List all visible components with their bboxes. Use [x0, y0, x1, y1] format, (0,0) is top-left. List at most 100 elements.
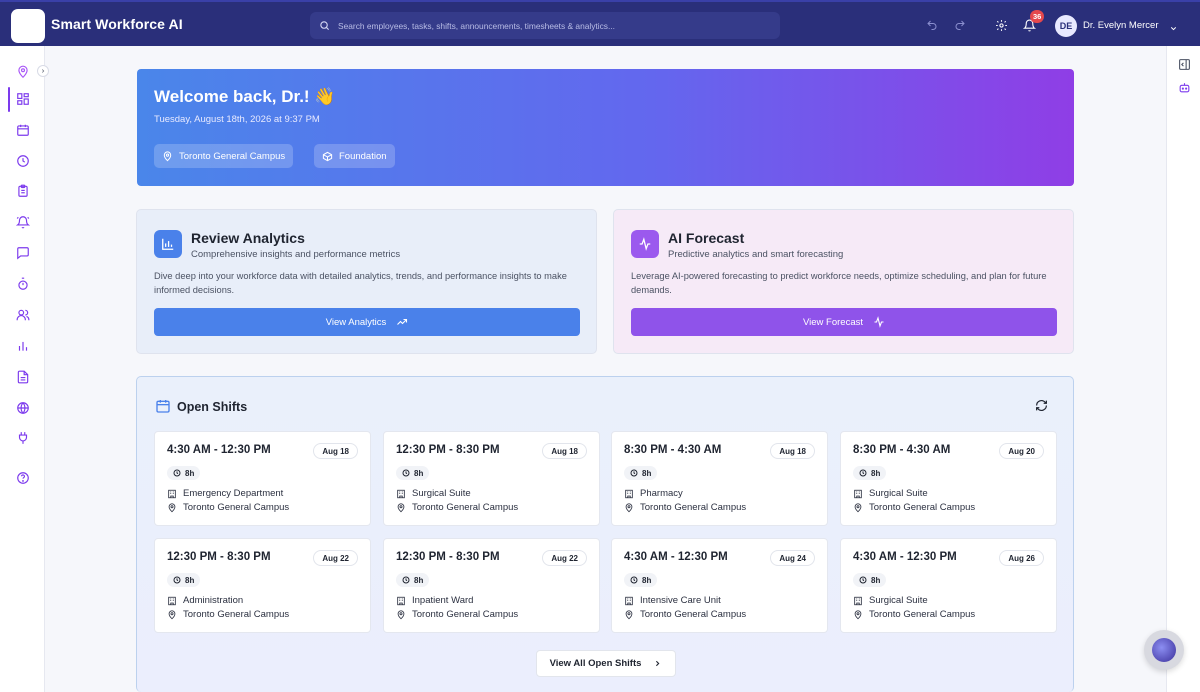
sidebar-item-messages[interactable] [14, 244, 32, 262]
shift-card[interactable]: 4:30 AM - 12:30 PM Aug 18 8h Emergency D… [154, 431, 371, 526]
location-pin-icon [168, 609, 176, 619]
sidebar-expand-toggle[interactable] [37, 65, 49, 77]
view-forecast-button[interactable]: View Forecast [631, 308, 1057, 336]
forecast-card-description: Leverage AI-powered forecasting to predi… [631, 271, 1047, 295]
shift-card[interactable]: 8:30 PM - 4:30 AM Aug 20 8h Surgical Sui… [840, 431, 1057, 526]
shift-location-label: Toronto General Campus [869, 502, 976, 513]
shift-location-label: Toronto General Campus [640, 609, 747, 620]
shift-card[interactable]: 12:30 PM - 8:30 PM Aug 18 8h Surgical Su… [383, 431, 600, 526]
sidebar-item-time[interactable] [14, 152, 32, 170]
sidebar-item-calendar[interactable] [14, 121, 32, 139]
shift-card[interactable]: 4:30 AM - 12:30 PM Aug 26 8h Surgical Su… [840, 538, 1057, 633]
clock-icon [402, 469, 410, 477]
shift-location: Toronto General Campus [167, 609, 289, 620]
user-avatar[interactable]: DE [1055, 15, 1077, 37]
view-all-label: View All Open Shifts [549, 658, 642, 669]
shift-duration: 8h [167, 466, 201, 480]
sidebar-item-location[interactable] [14, 63, 32, 81]
sidebar-item-help[interactable] [14, 469, 32, 487]
sidebar-item-global[interactable] [14, 399, 32, 417]
shift-card[interactable]: 4:30 AM - 12:30 PM Aug 24 8h Intensive C… [611, 538, 828, 633]
clock-icon [859, 576, 867, 584]
welcome-title: Welcome back, Dr.! 👋 [154, 87, 336, 106]
view-forecast-label: View Forecast [802, 316, 863, 328]
forecast-card-icon [631, 230, 659, 258]
shift-card[interactable]: 8:30 PM - 4:30 AM Aug 18 8h Pharmacy Tor… [611, 431, 828, 526]
building-icon [168, 489, 176, 498]
analytics-card-subtitle: Comprehensive insights and performance m… [191, 249, 401, 260]
shift-time: 12:30 PM - 8:30 PM [167, 551, 271, 563]
shift-department-label: Surgical Suite [869, 595, 928, 606]
sidebar-item-employees[interactable] [14, 306, 32, 324]
plan-chip[interactable]: Foundation [314, 144, 395, 168]
campus-chip[interactable]: Toronto General Campus [154, 144, 294, 168]
campus-chip-label: Toronto General Campus [179, 150, 286, 162]
location-pin-icon [18, 65, 28, 79]
plan-chip-label: Foundation [339, 150, 387, 162]
app-title: Smart Workforce AI [51, 16, 183, 32]
shift-department: Surgical Suite [396, 488, 471, 499]
shift-location: Toronto General Campus [853, 609, 975, 620]
shift-time: 12:30 PM - 8:30 PM [396, 551, 500, 563]
view-all-open-shifts-button[interactable]: View All Open Shifts [536, 650, 676, 677]
shift-date-badge: Aug 18 [770, 443, 815, 459]
shift-location: Toronto General Campus [624, 609, 746, 620]
sidebar-item-timer[interactable] [14, 275, 32, 293]
shift-card[interactable]: 12:30 PM - 8:30 PM Aug 22 8h Inpatient W… [383, 538, 600, 633]
global-search[interactable] [310, 12, 780, 39]
chevron-right-icon [656, 660, 660, 667]
help-icon [17, 472, 29, 484]
shift-duration-label: 8h [871, 468, 881, 478]
bar-chart-icon [18, 341, 28, 351]
sidebar-item-dashboard[interactable] [14, 90, 32, 108]
ai-assistant-bot-icon[interactable] [1176, 79, 1192, 95]
chevron-down-icon[interactable] [1169, 20, 1178, 38]
user-name[interactable]: Dr. Evelyn Mercer [1083, 20, 1159, 31]
redo-icon[interactable] [952, 17, 968, 33]
trending-up-icon [397, 318, 408, 325]
building-icon [625, 489, 633, 498]
toggle-panel-icon[interactable] [1176, 56, 1192, 72]
welcome-banner: Welcome back, Dr.! 👋 Tuesday, August 18t… [137, 69, 1074, 186]
analytics-card-description: Dive deep into your workforce data with … [154, 271, 567, 295]
shift-duration: 8h [624, 466, 658, 480]
location-pin-icon [397, 609, 405, 619]
app-logo[interactable] [11, 9, 45, 43]
shift-date-badge: Aug 24 [770, 550, 815, 566]
building-icon [854, 596, 862, 605]
package-icon [322, 151, 333, 161]
refresh-icon[interactable] [1035, 399, 1048, 417]
activity-pulse-icon [639, 237, 651, 251]
sidebar-item-documents[interactable] [14, 368, 32, 386]
sidebar-item-analytics[interactable] [14, 337, 32, 355]
shift-duration: 8h [396, 466, 430, 480]
shift-department-label: Surgical Suite [412, 488, 471, 499]
view-analytics-button[interactable]: View Analytics [154, 308, 580, 336]
shift-department-label: Pharmacy [640, 488, 683, 499]
sidebar-item-integrations[interactable] [14, 429, 32, 447]
notification-count-badge: 36 [1030, 10, 1045, 23]
users-icon [16, 309, 30, 321]
chevron-right-icon [41, 69, 45, 73]
location-pin-icon [163, 150, 172, 161]
location-pin-icon [625, 502, 633, 512]
clock-icon [859, 469, 867, 477]
sidebar-item-alerts[interactable] [14, 213, 32, 231]
shift-card[interactable]: 12:30 PM - 8:30 PM Aug 22 8h Administrat… [154, 538, 371, 633]
clock-icon [17, 155, 29, 167]
shift-duration-label: 8h [642, 468, 652, 478]
shift-location-label: Toronto General Campus [412, 502, 519, 513]
shift-duration: 8h [853, 466, 887, 480]
ai-assistant-fab[interactable] [1144, 630, 1184, 670]
shift-duration-label: 8h [185, 575, 195, 585]
shift-location-label: Toronto General Campus [869, 609, 976, 620]
view-analytics-label: View Analytics [325, 316, 387, 328]
settings-gear-icon[interactable] [993, 17, 1009, 33]
search-input[interactable] [338, 20, 758, 31]
shift-date-badge: Aug 26 [999, 550, 1044, 566]
shift-department: Surgical Suite [853, 595, 928, 606]
undo-icon[interactable] [924, 17, 940, 33]
shift-date-badge: Aug 18 [313, 443, 358, 459]
shift-location-label: Toronto General Campus [412, 609, 519, 620]
sidebar-item-tasks[interactable] [14, 182, 32, 200]
